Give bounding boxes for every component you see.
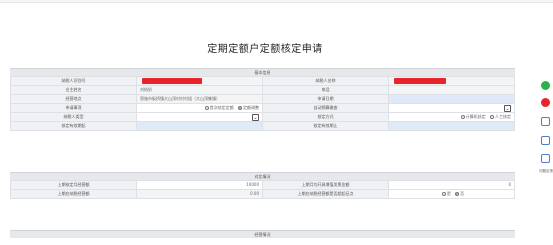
radio-exceed-yes[interactable]	[441, 192, 446, 196]
print-icon[interactable]	[541, 136, 550, 145]
section-header-compare: 对比情况	[10, 172, 515, 180]
check-method-label: 核定方式	[262, 112, 389, 122]
radio-exceed-no-label: 否	[460, 191, 465, 196]
last-monthly-invoice-value: 0	[388, 180, 515, 190]
apply-matter-radio-group: 首次核定定额 定额调整	[136, 103, 263, 113]
wechat-icon[interactable]	[541, 81, 550, 90]
apply-date-field[interactable]	[388, 94, 515, 104]
auto-deposit-select[interactable]: ⌄	[388, 103, 515, 113]
radio-exceed-no[interactable]	[455, 192, 460, 196]
phone-label: 电话	[262, 85, 389, 95]
basic-info-table: 纳税人识别号 纳税人名称 业主姓名 刘结奶 电话 经营地点 恩施市板桥镇大山顶村…	[10, 76, 515, 131]
operation-panel: 经营情况	[10, 230, 515, 238]
owner-name-value: 刘结奶	[136, 85, 263, 95]
redaction-mark	[394, 78, 446, 84]
valid-end-label: 核定有效期止	[262, 121, 389, 131]
radio-adjust-label: 定额调整	[243, 105, 259, 110]
taxpayer-name-value	[388, 76, 515, 86]
business-address-label: 经营地点	[10, 94, 137, 104]
chevron-down-icon: ⌄	[504, 104, 511, 112]
radio-adjust[interactable]	[238, 106, 242, 110]
section-header-basic: 基本信息	[10, 68, 515, 76]
last-exceed-radio-group: 是 否	[388, 189, 515, 199]
basic-info-panel: 基本信息 纳税人识别号 纳税人名称 业主姓名 刘结奶 电话 经营地点 恩施市板桥…	[10, 68, 515, 131]
last-monthly-sales-value: 10000	[136, 180, 263, 190]
valid-start-field[interactable]	[136, 121, 263, 131]
compare-table: 上期核定月经营额 10000 上期月均开具增值发票金额 0 上期应纳税经营额 0…	[10, 180, 515, 199]
page-title: 定期定额户定额核定申请	[207, 44, 323, 55]
weibo-icon[interactable]	[541, 98, 550, 107]
taxpayer-type-label: 纳税人类型	[10, 112, 137, 122]
radio-first-check-label: 首次核定定额	[209, 105, 234, 110]
print-icon[interactable]	[541, 154, 550, 163]
last-monthly-invoice-label: 上期月均开具增值发票金额	[262, 180, 389, 190]
last-exceed-label: 上期应纳税经营额是否超起征点	[262, 189, 389, 199]
last-tax-value: 0.00	[136, 189, 263, 199]
taxpayer-name-label: 纳税人名称	[262, 76, 389, 86]
radio-computer-check-label: 计算机核定	[465, 114, 486, 119]
owner-name-label: 业主姓名	[10, 85, 137, 95]
last-tax-label: 上期应纳税经营额	[10, 189, 137, 199]
print-icon[interactable]	[541, 117, 550, 126]
radio-computer-check[interactable]	[460, 115, 465, 119]
phone-value	[388, 85, 515, 95]
radio-exceed-yes-label: 是	[446, 191, 451, 196]
taxpayer-id-label: 纳税人识别号	[10, 76, 137, 86]
taxpayer-type-select[interactable]: ⌄	[136, 112, 263, 122]
apply-matter-label: 申请事项	[10, 103, 137, 113]
chevron-down-icon: ⌄	[252, 113, 259, 121]
feedback-link[interactable]: 问题反馈	[539, 169, 553, 173]
last-monthly-sales-label: 上期核定月经营额	[10, 180, 137, 190]
radio-manual-check-label: 人工核定	[495, 114, 511, 119]
business-address-value: 恩施市板桥镇大山顶村村村组（大山顶集镇）	[136, 94, 263, 104]
section-header-operation: 经营情况	[10, 230, 515, 238]
valid-end-field[interactable]	[388, 121, 515, 131]
taxpayer-id-value	[136, 76, 263, 86]
radio-first-check[interactable]	[204, 106, 209, 110]
radio-manual-check[interactable]	[490, 115, 494, 119]
check-method-radio-group: 计算机核定 人工核定	[388, 112, 515, 122]
auto-deposit-label: 自动预算缴查	[262, 103, 389, 113]
top-bar	[0, 0, 553, 3]
apply-date-label: 申请日期	[262, 94, 389, 104]
redaction-mark	[142, 78, 202, 84]
valid-start-label: 核定有效期起	[10, 121, 137, 131]
compare-panel: 对比情况 上期核定月经营额 10000 上期月均开具增值发票金额 0 上期应纳税…	[10, 172, 515, 199]
